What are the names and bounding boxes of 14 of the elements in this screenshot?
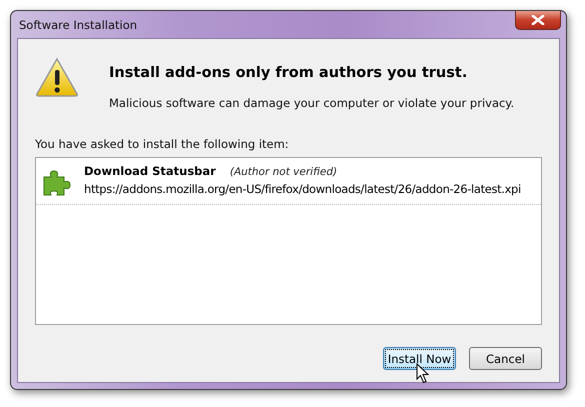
close-button[interactable] (515, 11, 561, 30)
author-note: (Author not verified) (230, 166, 338, 178)
cancel-button[interactable]: Cancel (469, 347, 542, 370)
puzzle-piece-icon (42, 169, 72, 197)
warning-icon (35, 57, 79, 97)
addon-name: Download Statusbar (84, 164, 216, 178)
warning-heading: Install add-ons only from authors you trust. (109, 65, 468, 81)
addon-url: https://addons.mozilla.org/en-US/firefox/downloads/latest/26/addon-26-latest.xpi (84, 182, 521, 196)
close-icon (531, 15, 545, 25)
window-title: Software Installation (18, 18, 138, 32)
list-label: You have asked to install the following item: (35, 137, 290, 151)
pointer-icon (416, 363, 430, 384)
install-button[interactable]: Install Now (383, 347, 456, 370)
warning-message: Malicious software can damage your computer or violate your privacy. (109, 96, 514, 110)
